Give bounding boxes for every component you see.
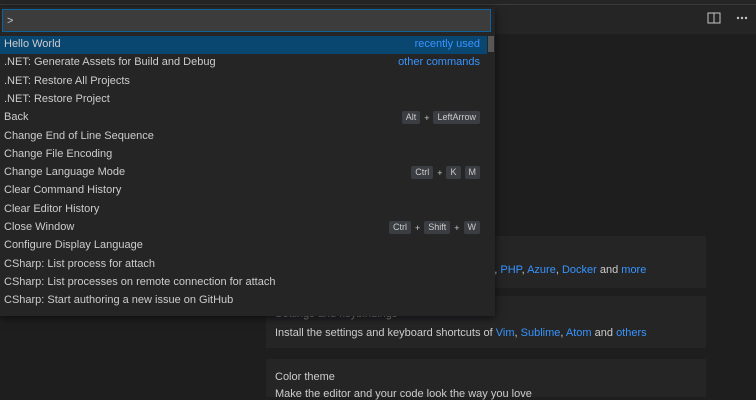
split-editor-icon[interactable] (706, 10, 722, 26)
command-label: CSharp: Start authoring a new issue on G… (4, 294, 234, 307)
command-label: CSharp: List processes on remote connect… (4, 275, 276, 288)
keybinding: Ctrl + K M (411, 166, 480, 180)
command-item[interactable]: Clear Editor History (0, 201, 487, 219)
command-label: Close Window (4, 221, 75, 233)
theme-panel[interactable]: Color theme Make the editor and your cod… (266, 359, 706, 400)
key-w: W (463, 221, 480, 234)
docker-link[interactable]: Docker (562, 264, 597, 276)
command-item[interactable]: Configure Display Language (0, 237, 487, 255)
key-separator: + (437, 167, 443, 178)
key-separator: + (414, 222, 421, 233)
command-label: Back (4, 111, 29, 124)
others-link[interactable]: others (616, 327, 647, 339)
sublime-link[interactable]: Sublime (521, 327, 561, 339)
keybinding: Ctrl + Shift + W (388, 221, 480, 234)
key-ctrl: Ctrl (388, 221, 411, 234)
key-m: M (464, 166, 480, 180)
more-link[interactable]: more (621, 264, 646, 276)
tab-bar-divider (0, 4, 756, 5)
command-item[interactable]: Back Alt + LeftArrow (0, 109, 487, 127)
editor-actions (706, 10, 750, 26)
settings-desc: Install the settings and keyboard shortc… (275, 327, 647, 339)
command-label: Clear Editor History (4, 202, 100, 215)
key-leftarrow: LeftArrow (433, 111, 480, 125)
theme-title: Color theme (275, 371, 335, 383)
command-item[interactable]: Change Language Mode Ctrl + K M (0, 164, 487, 182)
keybinding: Alt + LeftArrow (401, 111, 480, 125)
azure-link[interactable]: Azure (527, 264, 556, 276)
command-label: Change Language Mode (4, 166, 126, 179)
command-label: Hello World (4, 38, 61, 50)
command-palette: Hello World recently used .NET: Generate… (0, 7, 495, 316)
other-commands-label: other commands (398, 56, 480, 69)
and-text: and (594, 327, 613, 339)
command-item[interactable]: .NET: Generate Assets for Build and Debu… (0, 54, 487, 72)
key-k: K (446, 166, 461, 180)
command-item[interactable]: CSharp: Start authoring a new issue on G… (0, 292, 487, 310)
command-label: CSharp: List process for attach (4, 257, 156, 270)
command-label: Change File Encoding (4, 147, 113, 160)
command-list-scrollbar[interactable] (488, 36, 494, 52)
key-separator: + (454, 222, 460, 233)
key-alt: Alt (401, 111, 421, 125)
command-item[interactable]: Hello World recently used (0, 36, 487, 54)
command-item[interactable]: Clear Command History (0, 182, 487, 200)
theme-desc: Make the editor and your code look the w… (275, 388, 532, 400)
and-text: and (599, 264, 619, 276)
command-list: Hello World recently used .NET: Generate… (0, 36, 487, 314)
command-item[interactable]: Change End of Line Sequence (0, 128, 487, 146)
php-link[interactable]: PHP (500, 264, 521, 276)
key-shift: Shift (424, 221, 451, 234)
key-ctrl: Ctrl (411, 166, 434, 180)
key-separator: + (424, 112, 430, 123)
command-item[interactable]: CSharp: List processes on remote connect… (0, 274, 487, 292)
command-label: .NET: Generate Assets for Build and Debu… (4, 56, 216, 69)
command-label: Clear Command History (4, 184, 122, 197)
vim-link[interactable]: Vim (496, 327, 515, 339)
command-item[interactable]: .NET: Restore Project (0, 91, 487, 109)
command-label: .NET: Restore All Projects (4, 74, 130, 87)
command-label: Configure Display Language (4, 239, 143, 252)
command-item[interactable]: .NET: Restore All Projects (0, 73, 487, 91)
atom-link[interactable]: Atom (566, 327, 592, 339)
command-item[interactable]: Close Window Ctrl + Shift + W (0, 219, 487, 237)
command-label: .NET: Restore Project (4, 92, 110, 105)
command-item[interactable]: Change File Encoding (0, 146, 487, 164)
settings-desc-prefix: Install the settings and keyboard shortc… (275, 327, 493, 339)
recently-used-label: recently used (414, 38, 480, 50)
languages-desc: on, PHP, Azure, Docker and more (482, 264, 646, 276)
command-item[interactable]: CSharp: List process for attach (0, 256, 487, 274)
more-actions-icon[interactable] (734, 10, 750, 26)
command-palette-input[interactable] (2, 9, 491, 32)
command-label: Change End of Line Sequence (4, 129, 154, 142)
